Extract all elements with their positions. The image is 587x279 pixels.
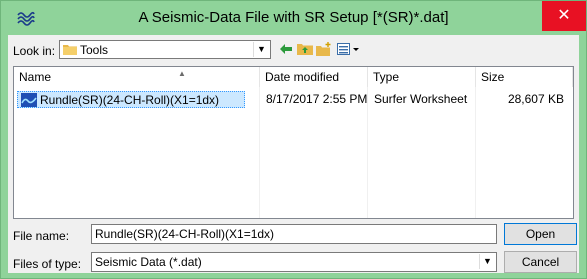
column-header-size-label: Size: [481, 70, 505, 84]
file-type: Surfer Worksheet: [374, 92, 468, 106]
column-header-type-label: Type: [373, 70, 400, 84]
file-size: 28,607 KB: [507, 92, 564, 106]
lookin-dropdown[interactable]: Tools ▼: [59, 40, 271, 59]
column-header-name-label: Name: [19, 70, 52, 84]
title-bar[interactable]: A Seismic-Data File with SR Setup [*(SR)…: [1, 1, 586, 35]
file-date: 8/17/2017 2:55 PM: [266, 92, 368, 106]
up-folder-icon[interactable]: [296, 40, 314, 58]
file-row[interactable]: Rundle(SR)(24-CH-Roll)(X1=1dx) 8/17/2017…: [17, 91, 570, 108]
back-arrow-icon[interactable]: [277, 40, 295, 58]
filetype-value: Seismic Data (*.dat): [95, 255, 202, 269]
dialog-body: Look in: Tools ▼ Name ▲ Date modified Ty…: [8, 35, 579, 273]
column-header-type[interactable]: Type: [368, 67, 476, 87]
open-button[interactable]: Open: [504, 223, 577, 245]
file-dialog-window: A Seismic-Data File with SR Setup [*(SR)…: [0, 0, 587, 279]
surfer-worksheet-icon: [21, 93, 37, 107]
column-header-date[interactable]: Date modified: [260, 67, 368, 87]
sort-ascending-icon: ▲: [178, 69, 186, 78]
filename-label: File name:: [13, 229, 70, 243]
view-menu-icon[interactable]: [336, 40, 362, 58]
filename-input[interactable]: Rundle(SR)(24-CH-Roll)(X1=1dx): [91, 224, 497, 244]
cancel-button[interactable]: Cancel: [504, 251, 577, 273]
filetype-select[interactable]: Seismic Data (*.dat) ▼: [91, 252, 497, 272]
file-name-label: Rundle(SR)(24-CH-Roll)(X1=1dx): [40, 93, 220, 107]
window-title: A Seismic-Data File with SR Setup [*(SR)…: [138, 9, 449, 26]
file-name-cell[interactable]: Rundle(SR)(24-CH-Roll)(X1=1dx): [17, 91, 245, 108]
close-button[interactable]: ✕: [542, 1, 586, 31]
column-header-name[interactable]: Name ▲: [14, 67, 260, 87]
close-icon: ✕: [557, 7, 571, 24]
chevron-down-icon[interactable]: ▼: [253, 42, 269, 57]
filetype-label: Files of type:: [13, 257, 82, 271]
column-header-size[interactable]: Size: [476, 67, 573, 87]
file-list[interactable]: Name ▲ Date modified Type Size Rundle(SR…: [13, 66, 574, 219]
lookin-label: Look in:: [13, 44, 56, 58]
column-header-date-label: Date modified: [265, 70, 340, 84]
folder-icon: [63, 45, 77, 55]
new-folder-icon[interactable]: [315, 40, 333, 58]
lookin-value: Tools: [80, 43, 109, 57]
chevron-down-icon[interactable]: ▼: [479, 254, 495, 269]
